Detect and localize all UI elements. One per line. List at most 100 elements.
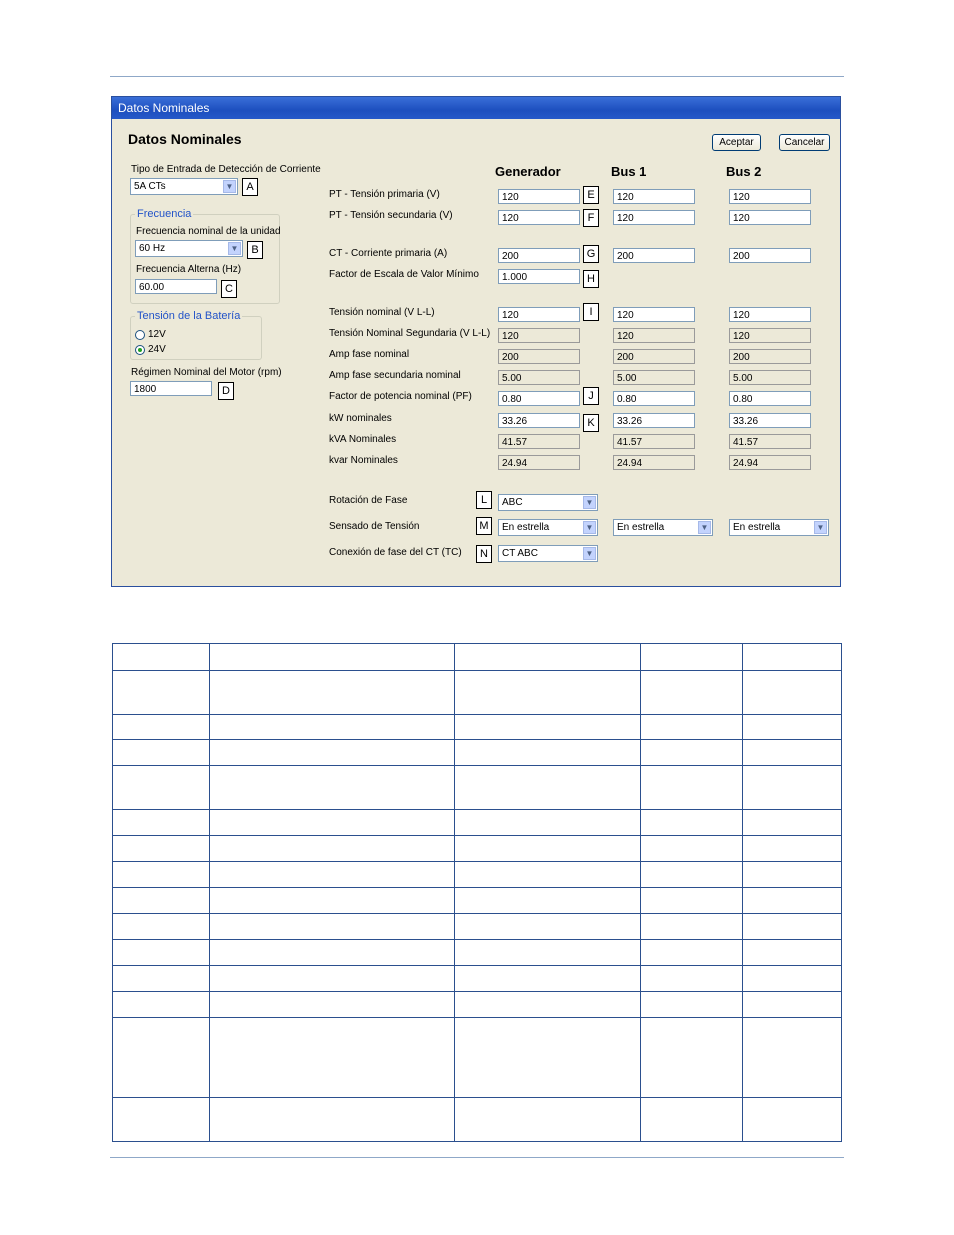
- table-row: [112, 965, 842, 992]
- chevron-down-icon: ▼: [583, 521, 596, 534]
- footer-rule: [110, 1157, 844, 1158]
- ct-primary-bus1-input[interactable]: 200: [613, 248, 695, 263]
- table-row: [112, 670, 842, 715]
- tag-l: L: [476, 491, 492, 509]
- bus2-column-header: Bus 2: [726, 164, 762, 179]
- amp-phase-sec-label: Amp fase secundaria nominal: [329, 370, 461, 381]
- nominal-freq-value: 60 Hz: [139, 243, 166, 254]
- chevron-down-icon: ▼: [583, 547, 596, 560]
- nominal-voltage-bus1-input[interactable]: 120: [613, 307, 695, 322]
- pt-secondary-bus1-input[interactable]: 120: [613, 210, 695, 225]
- nominal-freq-select[interactable]: 60 Hz ▼: [135, 240, 243, 257]
- table-row: [112, 887, 842, 914]
- motor-rating-label: Régimen Nominal del Motor (rpm): [131, 367, 282, 378]
- tag-g: G: [583, 245, 599, 263]
- chevron-down-icon: ▼: [583, 496, 596, 509]
- nominal-sec-voltage-label: Tensión Nominal Segundaria (V L-L): [329, 328, 491, 339]
- kw-label: kW nominales: [329, 413, 392, 424]
- kw-bus2-input[interactable]: 33.26: [729, 413, 811, 428]
- tag-f: F: [583, 209, 599, 227]
- ct-primary-gen-input[interactable]: 200: [498, 248, 580, 263]
- ct-connection-gen-select[interactable]: CT ABC ▼: [498, 545, 598, 562]
- voltage-sensing-gen-value: En estrella: [502, 522, 550, 533]
- tag-b: B: [247, 241, 263, 259]
- kw-bus1-input[interactable]: 33.26: [613, 413, 695, 428]
- table-row: [112, 765, 842, 810]
- generator-column-header: Generador: [495, 164, 561, 179]
- alt-freq-input[interactable]: 60.00: [135, 279, 217, 294]
- phase-rotation-gen-select[interactable]: ABC ▼: [498, 494, 598, 511]
- kva-label: kVA Nominales: [329, 434, 397, 445]
- kva-gen-value: 41.57: [498, 434, 580, 449]
- nominal-sec-voltage-bus1-value: 120: [613, 328, 695, 343]
- pt-secondary-gen-input[interactable]: 120: [498, 210, 580, 225]
- kva-bus1-value: 41.57: [613, 434, 695, 449]
- pt-primary-gen-input[interactable]: 120: [498, 189, 580, 204]
- kvar-gen-value: 24.94: [498, 455, 580, 470]
- table-row: [112, 991, 842, 1018]
- voltage-sensing-bus2-select[interactable]: En estrella ▼: [729, 519, 829, 536]
- battery-group-title: Tensión de la Batería: [135, 310, 243, 322]
- pt-primary-bus1-input[interactable]: 120: [613, 189, 695, 204]
- pf-bus1-input[interactable]: 0.80: [613, 391, 695, 406]
- cancel-button[interactable]: Cancelar: [779, 134, 830, 151]
- table-row: [112, 739, 842, 766]
- ct-primary-bus2-input[interactable]: 200: [729, 248, 811, 263]
- phase-rotation-gen-value: ABC: [502, 497, 523, 508]
- amp-phase-sec-bus2-value: 5.00: [729, 370, 811, 385]
- pt-secondary-bus2-input[interactable]: 120: [729, 210, 811, 225]
- current-input-select[interactable]: 5A CTs ▼: [130, 178, 238, 195]
- voltage-sensing-gen-select[interactable]: En estrella ▼: [498, 519, 598, 536]
- table-row: [112, 643, 842, 671]
- battery-12v-label: 12V: [148, 329, 166, 340]
- tag-m: M: [476, 517, 492, 535]
- dialog-heading: Datos Nominales: [128, 131, 242, 147]
- tag-e: E: [583, 186, 599, 204]
- accept-button[interactable]: Aceptar: [712, 134, 761, 151]
- kvar-bus1-value: 24.94: [613, 455, 695, 470]
- nominal-voltage-gen-input[interactable]: 120: [498, 307, 580, 322]
- tag-n: N: [476, 545, 492, 563]
- pt-primary-bus2-input[interactable]: 120: [729, 189, 811, 204]
- min-scale-gen-input[interactable]: 1.000: [498, 269, 580, 284]
- kva-bus2-value: 41.57: [729, 434, 811, 449]
- tag-a: A: [242, 178, 258, 196]
- amp-phase-bus1-value: 200: [613, 349, 695, 364]
- voltage-sensing-bus1-select[interactable]: En estrella ▼: [613, 519, 713, 536]
- datos-nominales-dialog: Datos Nominales Datos Nominales Aceptar …: [111, 96, 841, 587]
- ct-connection-label: Conexión de fase del CT (TC): [329, 547, 462, 558]
- bus1-column-header: Bus 1: [611, 164, 647, 179]
- pf-gen-input[interactable]: 0.80: [498, 391, 580, 406]
- tag-i: I: [583, 303, 599, 321]
- battery-12v-radio[interactable]: [135, 330, 145, 340]
- amp-phase-gen-value: 200: [498, 349, 580, 364]
- ct-primary-label: CT - Corriente primaria (A): [329, 248, 448, 259]
- kw-gen-input[interactable]: 33.26: [498, 413, 580, 428]
- pf-bus2-input[interactable]: 0.80: [729, 391, 811, 406]
- pt-primary-label: PT - Tensión primaria (V): [329, 189, 440, 200]
- table-row: [112, 714, 842, 740]
- battery-24v-radio[interactable]: [135, 345, 145, 355]
- tag-j: J: [583, 387, 599, 405]
- tag-h: H: [583, 270, 599, 288]
- kvar-label: kvar Nominales: [329, 455, 398, 466]
- table-row: [112, 809, 842, 836]
- frequency-group-title: Frecuencia: [135, 208, 194, 220]
- min-scale-label: Factor de Escala de Valor Mínimo: [329, 269, 479, 280]
- table-row: [112, 913, 842, 940]
- motor-rating-input[interactable]: 1800: [130, 381, 212, 396]
- ct-connection-gen-value: CT ABC: [502, 548, 538, 559]
- current-input-value: 5A CTs: [134, 181, 166, 192]
- chevron-down-icon: ▼: [228, 242, 241, 255]
- current-input-label: Tipo de Entrada de Detección de Corrient…: [131, 164, 321, 175]
- tag-k: K: [583, 414, 599, 432]
- chevron-down-icon: ▼: [814, 521, 827, 534]
- reference-table: [112, 643, 842, 1142]
- table-row: [112, 939, 842, 966]
- nominal-sec-voltage-bus2-value: 120: [729, 328, 811, 343]
- nominal-voltage-bus2-input[interactable]: 120: [729, 307, 811, 322]
- battery-24v-label: 24V: [148, 344, 166, 355]
- pt-secondary-label: PT - Tensión secundaria (V): [329, 210, 453, 221]
- table-row: [112, 835, 842, 862]
- nominal-voltage-label: Tensión nominal (V L-L): [329, 307, 435, 318]
